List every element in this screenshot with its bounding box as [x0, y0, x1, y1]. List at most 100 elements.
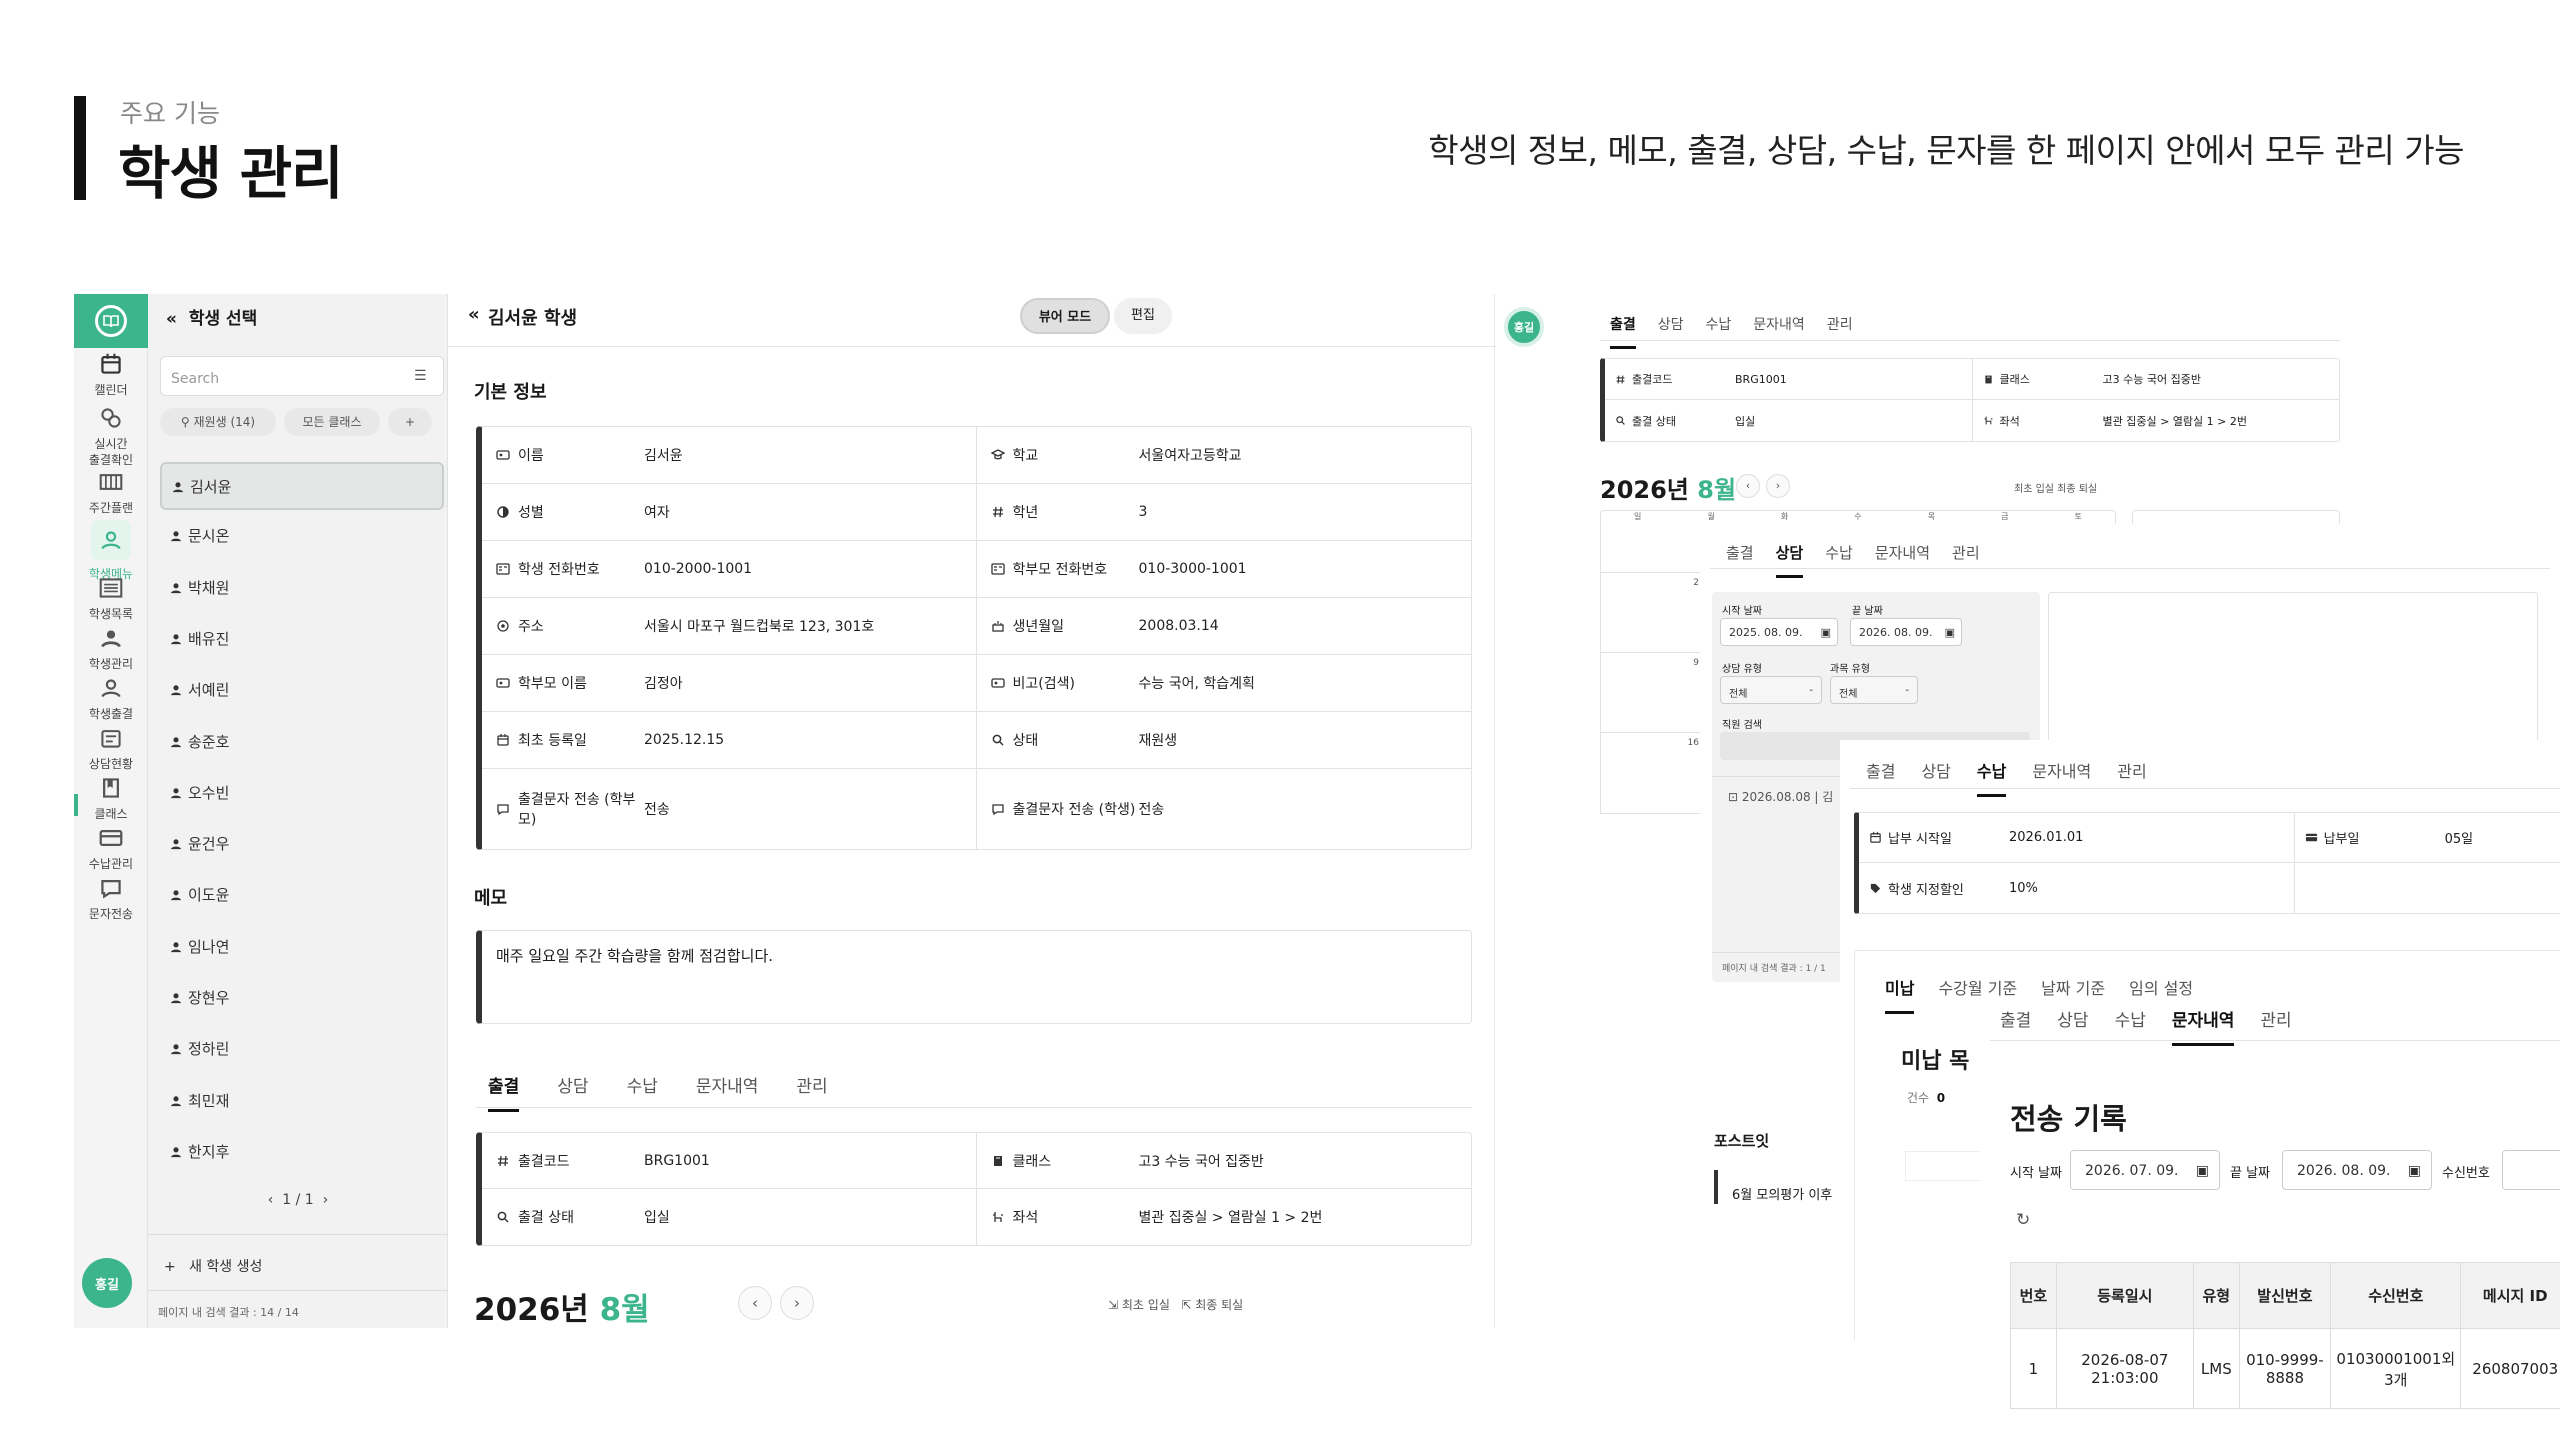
table-row[interactable]: 1 2026-08-07 21:03:00 LMS 010-9999-8888 0103… [2010, 1328, 2560, 1409]
tab-2[interactable]: 수납 [1706, 314, 1732, 349]
prev-month-button[interactable]: ‹ [1736, 474, 1760, 498]
info-row: 납부 시작일 2026.01.01 납부일 05일 [1859, 813, 2560, 863]
next-month-button[interactable]: › [1766, 474, 1790, 498]
next-month-button[interactable]: › [780, 1286, 814, 1320]
student-list-item[interactable]: 서예린 [160, 667, 444, 715]
student-list-item[interactable]: 문시온 [160, 513, 444, 561]
app-logo[interactable] [74, 294, 148, 348]
tab-0[interactable]: 출결 [1726, 542, 1754, 578]
student-list-item[interactable]: 장현우 [160, 975, 444, 1023]
pagination[interactable]: ‹ 1 / 1 › [148, 1192, 448, 1208]
tab-1[interactable]: 상담 [557, 1072, 588, 1112]
collapse-icon[interactable]: « [166, 309, 177, 329]
tab-0[interactable]: 미납 [1885, 975, 1915, 1014]
tab-2[interactable]: 수납 [1976, 758, 2007, 797]
rail-item-attendance[interactable]: 학생출결 [74, 676, 148, 722]
tab-3[interactable]: 문자내역 [696, 1072, 759, 1112]
user-avatar[interactable]: 홍길 [82, 1258, 132, 1308]
status-filter-chip[interactable]: ⚲ 재원생 (14) [160, 408, 276, 436]
tab-1[interactable]: 상담 [1921, 758, 1950, 797]
tab-3[interactable]: 문자내역 [2032, 758, 2091, 797]
label-text: 클래스 [1999, 373, 2030, 386]
tab-3[interactable]: 문자내역 [1875, 542, 1930, 578]
info-label: 학생 전화번호 [482, 559, 644, 579]
label-text: 최초 등록일 [518, 733, 587, 749]
student-list-item[interactable]: 송준호 [160, 719, 444, 767]
rail-item-calendar[interactable]: 캘린더 [74, 352, 148, 398]
postit-note[interactable]: 6월 모의평가 이후 [1714, 1170, 1834, 1204]
tab-3[interactable]: 문자내역 [1753, 314, 1805, 349]
student-list-item[interactable]: 이도윤 [160, 872, 444, 920]
student-search-input[interactable]: Search [160, 356, 444, 396]
memo-box[interactable]: 매주 일요일 주간 학습량을 함께 점검합니다. [476, 930, 1472, 1024]
rail-item-class[interactable]: 클래스 [74, 776, 148, 822]
info-row: 출결 상태 입실 좌석 별관 집중실 > 열람실 1 > 2번 [1605, 400, 2339, 441]
column-header[interactable]: 수신번호 [2330, 1262, 2462, 1329]
student-list-item[interactable]: 한지후 [160, 1129, 444, 1177]
info-value: 별관 집중실 > 열람실 1 > 2번 [1138, 1210, 1323, 1226]
info-label: 학부모 이름 [482, 673, 644, 693]
tab-0[interactable]: 출결 [488, 1072, 520, 1112]
column-header[interactable]: 메시지 ID [2460, 1262, 2560, 1329]
tab-2[interactable]: 수납 [1825, 542, 1853, 578]
list-icon [99, 576, 123, 600]
rail-item-student-manage[interactable]: 학생관리 [74, 626, 148, 672]
rail-item-message[interactable]: 문자전송 [74, 876, 148, 922]
sort-icon[interactable]: ☰ [414, 368, 427, 384]
end-date-input[interactable]: 2026. 08. 09. ▣ [2282, 1150, 2432, 1190]
refresh-icon[interactable]: ↻ [2016, 1210, 2030, 1230]
class-filter-chip[interactable]: 모든 클래스 [284, 408, 380, 436]
column-header[interactable]: 유형 [2192, 1262, 2240, 1329]
start-date-input[interactable]: 2025. 08. 09. ▣ [1720, 618, 1838, 646]
rail-item-label: 학생관리 [88, 657, 134, 671]
weekday-label: 수 [1854, 512, 1862, 521]
tab-4[interactable]: 관리 [1952, 542, 1980, 578]
receiver-input[interactable] [2502, 1150, 2560, 1190]
tab-0[interactable]: 출결 [1610, 314, 1636, 349]
tab-0[interactable]: 출결 [1866, 758, 1895, 797]
student-list-item[interactable]: 오수빈 [160, 770, 444, 818]
student-list-item[interactable]: 최민재 [160, 1078, 444, 1126]
consultation-record[interactable]: ⊡ 2026.08.08 | 김 [1728, 788, 1833, 805]
label-text: 학년 [1012, 505, 1039, 521]
new-student-button[interactable]: + 새 학생 생성 [164, 1256, 262, 1276]
back-icon[interactable]: « [468, 304, 480, 325]
student-list-item[interactable]: 김서윤 [160, 462, 444, 510]
rail-item-realtime-check[interactable]: 실시간 출결확인 [74, 406, 148, 468]
column-header[interactable]: 발신번호 [2238, 1262, 2332, 1329]
rail-item-payment[interactable]: 수납관리 [74, 826, 148, 872]
rail-item-list[interactable]: 학생목록 [74, 576, 148, 622]
label-text: 출결코드 [1632, 373, 1673, 386]
end-date-input[interactable]: 2026. 08. 09. ▣ [1850, 618, 1962, 646]
start-date-input[interactable]: 2026. 07. 09. ▣ [2070, 1150, 2220, 1190]
rail-item-weekly-plan[interactable]: 주간플랜 [74, 470, 148, 516]
tab-4[interactable]: 관리 [1827, 314, 1853, 349]
subject-type-select[interactable]: 전체 - [1830, 676, 1918, 704]
tab-1[interactable]: 상담 [1775, 542, 1804, 578]
edit-toggle[interactable]: 편집 [1114, 298, 1172, 334]
info-value: 010-2000-1001 [644, 561, 753, 577]
table-cell: LMS [2192, 1328, 2240, 1409]
prev-month-button[interactable]: ‹ [738, 1286, 772, 1320]
tab-4[interactable]: 관리 [796, 1072, 827, 1112]
student-list-item[interactable]: 박채원 [160, 565, 444, 613]
student-list-item[interactable]: 배유진 [160, 616, 444, 664]
student-detail: « 김서윤 학생 뷰어 모드 편집 기본 정보 이름 김서윤 학교 서울여자고등학교 성… [448, 294, 1496, 1328]
column-header[interactable]: 등록일시 [2055, 1262, 2194, 1329]
viewer-mode-toggle[interactable]: 뷰어 모드 [1020, 298, 1110, 334]
info-cell: 이름 김서윤 [482, 427, 977, 483]
column-header[interactable]: 번호 [2010, 1262, 2057, 1329]
student-list-item[interactable]: 정하린 [160, 1026, 444, 1074]
tab-2[interactable]: 수납 [627, 1072, 658, 1112]
tab-4[interactable]: 관리 [2117, 758, 2146, 797]
table-cell: 260807003 [2460, 1328, 2560, 1409]
student-list-item[interactable]: 임나연 [160, 924, 444, 972]
add-filter-chip[interactable]: + [388, 408, 432, 436]
tab-1[interactable]: 상담 [1658, 314, 1684, 349]
consult-type-label: 상담 유형 [1722, 664, 1762, 675]
rail-item-consult[interactable]: 상담현황 [74, 726, 148, 772]
user-avatar[interactable]: 홍길 [1504, 307, 1544, 347]
student-list-item[interactable]: 윤건우 [160, 821, 444, 869]
consult-type-select[interactable]: 전체 - [1720, 676, 1822, 704]
rail-item-student-menu[interactable]: 학생메뉴 [74, 520, 148, 582]
